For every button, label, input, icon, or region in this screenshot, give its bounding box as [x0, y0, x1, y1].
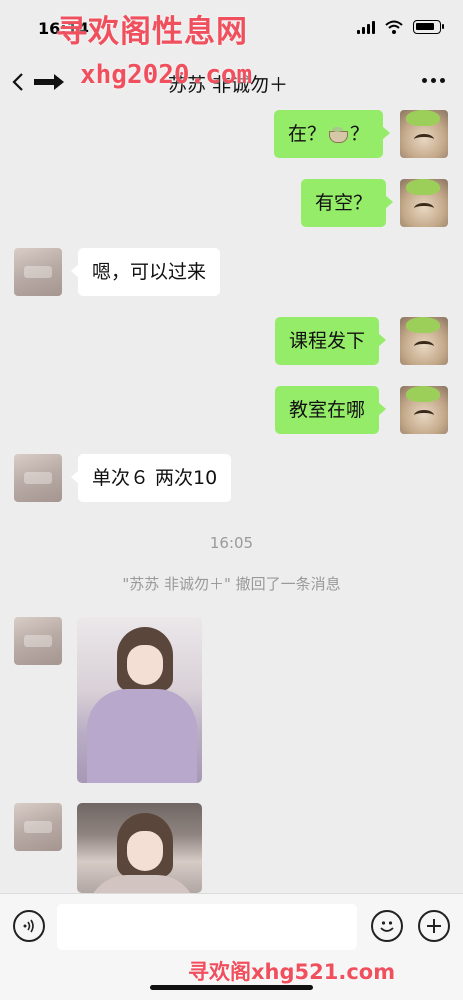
- watermark-top: 寻欢阁性息网: [56, 14, 248, 50]
- system-message: "苏苏 非诚勿＋" 撤回了一条消息: [122, 575, 341, 593]
- photo-content: [87, 875, 197, 893]
- message-text: 课程发下: [289, 330, 366, 352]
- avatar-contact[interactable]: [14, 248, 62, 296]
- smiley-icon: [380, 921, 394, 932]
- avatar-contact[interactable]: [14, 803, 62, 851]
- photo-message[interactable]: [77, 617, 202, 783]
- avatar-contact[interactable]: [14, 617, 62, 665]
- battery-icon: [413, 20, 444, 34]
- signal-icon: [357, 20, 375, 34]
- wifi-icon: [385, 20, 403, 34]
- message-text: 单次６ 两次10: [92, 467, 218, 489]
- avatar-self[interactable]: [400, 110, 448, 158]
- message-text: 有空？: [315, 192, 373, 214]
- home-indicator: [150, 985, 313, 990]
- message-input[interactable]: [57, 904, 357, 950]
- photo-content: [127, 645, 163, 685]
- photo-content: [87, 689, 197, 783]
- tea-icon: [328, 126, 349, 143]
- message-bubble-incoming[interactable]: 单次６ 两次10: [70, 454, 232, 502]
- voice-icon[interactable]: [13, 910, 45, 942]
- photo-content: [127, 831, 163, 871]
- timestamp-label: 16:05: [209, 534, 254, 552]
- watermark-mid: xhg2020.com: [80, 60, 253, 90]
- add-icon: [427, 919, 441, 933]
- back-icon[interactable]: [10, 72, 70, 92]
- status-icons: [357, 20, 444, 34]
- message-text: 在？: [288, 123, 327, 145]
- message-bubble-incoming[interactable]: 嗯，可以过来: [70, 248, 221, 296]
- plus-icon[interactable]: [418, 910, 450, 942]
- watermark-bottom: 寻欢阁xhg521.com: [188, 960, 396, 984]
- more-options-icon[interactable]: [422, 78, 445, 83]
- photo-message[interactable]: [77, 803, 202, 893]
- avatar-self[interactable]: [400, 386, 448, 434]
- voice-waves-icon: [23, 919, 34, 933]
- message-bubble-outgoing[interactable]: 教室在哪: [275, 386, 387, 434]
- avatar-contact[interactable]: [14, 454, 62, 502]
- message-bubble-outgoing[interactable]: 在？ ？: [274, 110, 391, 158]
- message-bubble-outgoing[interactable]: 有空？: [301, 179, 394, 227]
- message-bubble-outgoing[interactable]: 课程发下: [275, 317, 387, 365]
- message-text: 教室在哪: [289, 399, 366, 421]
- message-text: ？: [350, 123, 370, 145]
- emoji-icon[interactable]: [371, 910, 403, 942]
- avatar-self[interactable]: [400, 317, 448, 365]
- avatar-self[interactable]: [400, 179, 448, 227]
- message-text: 嗯，可以过来: [92, 261, 207, 283]
